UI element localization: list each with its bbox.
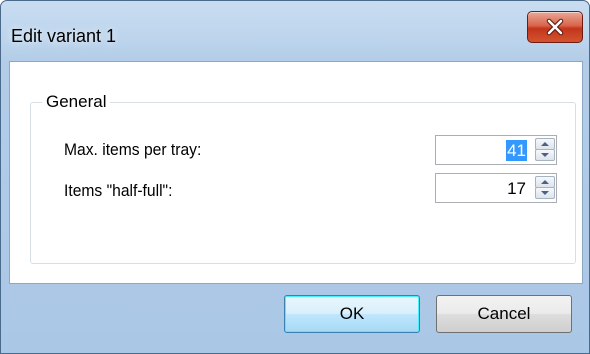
close-icon	[546, 18, 564, 36]
max-items-per-tray-spinner[interactable]: 41	[435, 135, 557, 165]
cancel-button[interactable]: Cancel	[436, 295, 572, 333]
max-items-per-tray-label: Max. items per tray:	[64, 140, 202, 159]
items-half-full-decrement-button[interactable]	[535, 187, 555, 199]
close-button[interactable]	[527, 11, 583, 43]
max-items-spin-buttons	[535, 138, 555, 161]
dialog-content: General Max. items per tray: 41 Items "h…	[9, 61, 583, 284]
ok-button[interactable]: OK	[284, 295, 420, 333]
dialog-window: Edit variant 1 General Max. items per tr…	[0, 0, 590, 354]
max-items-decrement-button[interactable]	[535, 149, 555, 161]
items-half-full-value: 17	[507, 179, 526, 198]
items-half-full-spinner[interactable]: 17	[435, 173, 557, 203]
items-half-full-spin-buttons	[535, 176, 555, 199]
dialog-title: Edit variant 1	[11, 26, 117, 46]
title-bar[interactable]: Edit variant 1	[1, 1, 589, 59]
arrow-down-icon	[541, 153, 549, 157]
group-legend: General	[42, 92, 111, 112]
arrow-up-icon	[541, 142, 549, 146]
arrow-down-icon	[541, 191, 549, 195]
arrow-up-icon	[541, 180, 549, 184]
max-items-per-tray-value: 41	[506, 140, 527, 161]
items-half-full-label: Items "half-full":	[64, 181, 173, 200]
